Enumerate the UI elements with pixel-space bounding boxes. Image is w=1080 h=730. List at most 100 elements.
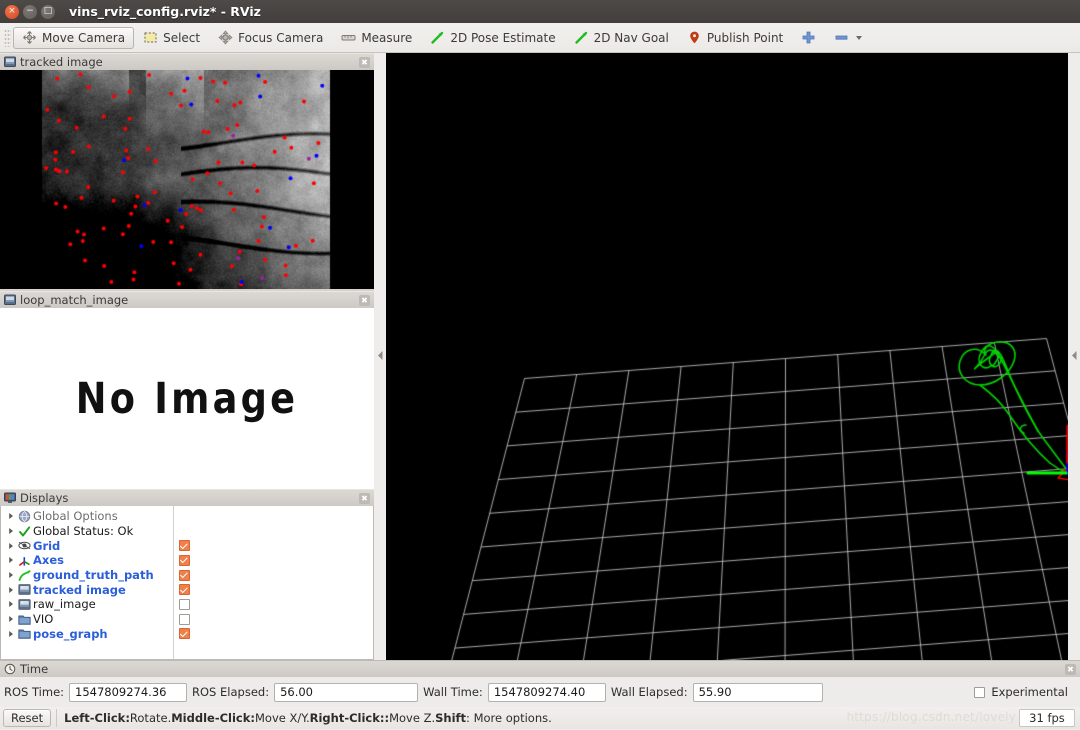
time-fields-row: ROS Time: 1547809274.36 ROS Elapsed: 56.… xyxy=(0,677,1080,707)
display-item-label: Axes xyxy=(33,553,64,568)
tool-publish-point[interactable]: Publish Point xyxy=(678,27,792,49)
toolbar-drag-handle[interactable] xyxy=(4,28,11,47)
tool-2d-pose-estimate[interactable]: 2D Pose Estimate xyxy=(421,27,564,49)
right-splitter-handle[interactable] xyxy=(1068,53,1080,660)
wall-time-label: Wall Time: xyxy=(423,685,483,699)
expand-arrow-icon[interactable] xyxy=(5,600,16,608)
display-enable-cell xyxy=(175,509,373,524)
display-enable-checkbox[interactable] xyxy=(179,598,190,610)
time-panel: Time ✖ ROS Time: 1547809274.36 ROS Elaps… xyxy=(0,660,1080,730)
remove-tool-button[interactable] xyxy=(825,27,873,49)
tool-move-camera[interactable]: Move Camera xyxy=(13,26,135,49)
tool-select[interactable]: Select xyxy=(134,27,209,49)
display-item-pose-graph[interactable]: pose_graph xyxy=(1,627,173,642)
display-item-grid[interactable]: Grid xyxy=(1,538,173,553)
window-titlebar: × − □ vins_rviz_config.rviz* - RViz xyxy=(0,0,1080,23)
display-enable-checkbox[interactable] xyxy=(179,569,190,581)
display-item-label: Grid xyxy=(33,538,61,553)
display-enable-cell[interactable] xyxy=(175,597,373,612)
tool-measure[interactable]: Measure xyxy=(332,27,421,49)
display-item-tracked-image[interactable]: tracked image xyxy=(1,582,173,597)
displays-tree[interactable]: Global Options Global Status: Ok Grid Axes g… xyxy=(1,506,174,659)
display-item-axes[interactable]: Axes xyxy=(1,553,173,568)
ros-elapsed-label: ROS Elapsed: xyxy=(192,685,270,699)
image-display-icon xyxy=(16,598,33,611)
panel-title: loop_match_image xyxy=(20,293,129,307)
display-enable-checkbox[interactable] xyxy=(179,628,190,640)
loop-match-image-panel-header[interactable]: loop_match_image ✖ xyxy=(0,291,374,308)
display-item-vio[interactable]: VIO xyxy=(1,612,173,627)
tool-2d-nav-goal[interactable]: 2D Nav Goal xyxy=(565,27,678,49)
time-panel-header[interactable]: Time ✖ xyxy=(0,660,1080,677)
displays-panel: Displays ✖ Global Options Global Status: … xyxy=(0,489,374,660)
experimental-toggle[interactable]: Experimental xyxy=(974,685,1076,699)
display-enable-cell[interactable] xyxy=(175,553,373,568)
expand-arrow-icon[interactable] xyxy=(5,615,16,623)
expand-arrow-icon[interactable] xyxy=(5,556,16,564)
displays-value-column[interactable] xyxy=(175,506,373,659)
loop-match-image-canvas[interactable]: No Image xyxy=(0,308,374,489)
expand-arrow-icon[interactable] xyxy=(5,630,16,638)
close-panel-button[interactable]: ✖ xyxy=(359,492,370,504)
close-panel-button[interactable]: ✖ xyxy=(359,56,370,68)
display-enable-checkbox[interactable] xyxy=(179,584,190,596)
tracked-image-panel-header[interactable]: tracked image ✖ xyxy=(0,53,374,70)
display-enable-checkbox[interactable] xyxy=(179,613,190,625)
tracked-image-canvas[interactable] xyxy=(0,70,374,289)
mouse-hint-text: Left-Click: Rotate. Middle-Click: Move X… xyxy=(56,709,552,727)
reset-button[interactable]: Reset xyxy=(3,709,52,727)
experimental-label: Experimental xyxy=(991,685,1068,699)
expand-arrow-icon[interactable] xyxy=(5,571,16,579)
display-item-ground-truth-path[interactable]: ground_truth_path xyxy=(1,568,173,583)
wall-time-field[interactable]: 1547809274.40 xyxy=(487,682,606,702)
tool-label: Move Camera xyxy=(42,30,126,45)
ros-time-field[interactable]: 1547809274.36 xyxy=(69,682,188,702)
display-item-global-status-ok[interactable]: Global Status: Ok xyxy=(1,524,173,539)
left-dock-column: tracked image ✖ loop_match_image ✖ No Im… xyxy=(0,53,374,706)
collapse-left-icon[interactable] xyxy=(1071,350,1078,364)
collapse-left-icon[interactable] xyxy=(377,350,384,364)
ros-elapsed-field[interactable]: 56.00 xyxy=(274,682,419,702)
display-enable-cell[interactable] xyxy=(175,568,373,583)
display-enable-cell[interactable] xyxy=(175,627,373,642)
display-enable-cell[interactable] xyxy=(175,612,373,627)
close-window-button[interactable]: × xyxy=(5,4,19,19)
expand-arrow-icon[interactable] xyxy=(5,527,16,535)
tool-label: 2D Nav Goal xyxy=(593,30,669,45)
minimize-window-button[interactable]: − xyxy=(23,4,37,19)
hint-segment: Left-Click: xyxy=(64,711,130,725)
minus-icon xyxy=(834,30,849,45)
expand-arrow-icon[interactable] xyxy=(5,542,16,550)
fps-indicator: 31 fps xyxy=(1019,709,1075,727)
close-panel-button[interactable]: ✖ xyxy=(359,294,370,306)
image-display-icon xyxy=(4,56,16,68)
tracked-image-panel: tracked image ✖ xyxy=(0,53,374,289)
wall-elapsed-label: Wall Elapsed: xyxy=(610,685,688,699)
display-item-global-options[interactable]: Global Options xyxy=(1,509,173,524)
tool-focus-camera[interactable]: Focus Camera xyxy=(209,27,332,49)
nav-goal-icon xyxy=(574,30,589,45)
display-enable-checkbox[interactable] xyxy=(179,540,190,552)
display-enable-cell[interactable] xyxy=(175,582,373,597)
panel-title: tracked image xyxy=(20,55,103,69)
add-tool-button[interactable] xyxy=(792,27,825,49)
displays-panel-header[interactable]: Displays ✖ xyxy=(0,489,374,506)
expand-arrow-icon[interactable] xyxy=(5,586,16,594)
display-enable-checkbox[interactable] xyxy=(179,554,190,566)
pose-estimate-icon xyxy=(430,30,445,45)
left-splitter-handle[interactable] xyxy=(374,53,386,660)
chevron-down-icon[interactable] xyxy=(854,30,864,45)
expand-arrow-icon[interactable] xyxy=(5,512,16,520)
tool-label: Select xyxy=(163,30,201,45)
hint-segment: Shift xyxy=(435,711,467,725)
hint-segment: Move Z. xyxy=(389,711,436,725)
tool-label: Focus Camera xyxy=(238,30,324,45)
wall-elapsed-field[interactable]: 55.90 xyxy=(692,682,823,702)
tool-label: Measure xyxy=(361,30,413,45)
3d-render-view[interactable] xyxy=(386,53,1068,660)
close-panel-button[interactable]: ✖ xyxy=(1065,663,1076,675)
display-item-raw-image[interactable]: raw_image xyxy=(1,597,173,612)
experimental-checkbox[interactable] xyxy=(974,686,986,698)
display-enable-cell[interactable] xyxy=(175,538,373,553)
maximize-window-button[interactable]: □ xyxy=(41,4,55,19)
